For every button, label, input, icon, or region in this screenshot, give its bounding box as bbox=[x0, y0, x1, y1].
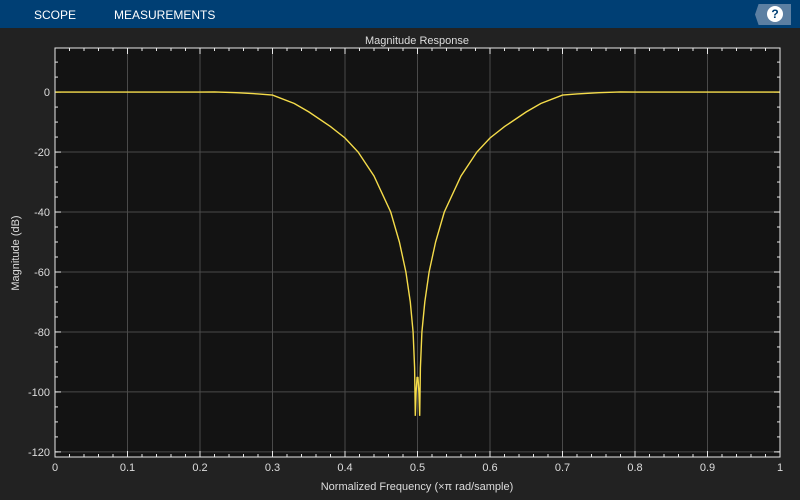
help-button[interactable]: ? bbox=[755, 4, 791, 25]
x-tick-label: 0.9 bbox=[700, 462, 715, 474]
y-tick-label: -40 bbox=[34, 207, 50, 219]
tab-measurements[interactable]: MEASUREMENTS bbox=[114, 8, 215, 22]
y-tick-label: -120 bbox=[28, 447, 50, 459]
y-tick-label: 0 bbox=[44, 87, 50, 99]
x-tick-label: 0.6 bbox=[482, 462, 497, 474]
x-tick-label: 1 bbox=[777, 462, 783, 474]
y-tick-label: -60 bbox=[34, 267, 50, 279]
y-tick-label: -20 bbox=[34, 147, 50, 159]
x-tick-label: 0.8 bbox=[627, 462, 642, 474]
chart-title: Magnitude Response bbox=[365, 35, 469, 47]
x-tick-label: 0.1 bbox=[120, 462, 135, 474]
x-tick-label: 0.3 bbox=[265, 462, 280, 474]
x-tick-label: 0.7 bbox=[555, 462, 570, 474]
magnitude-response-chart: 0 0.1 0.2 0.3 0.4 0.5 0.6 0.7 0.8 0.9 1 0 -20 -40 -60 -… bbox=[10, 35, 783, 493]
y-axis-label: Magnitude (dB) bbox=[10, 215, 22, 290]
tab-scope[interactable]: SCOPE bbox=[34, 8, 76, 22]
y-tick-label: -80 bbox=[34, 327, 50, 339]
question-mark-icon: ? bbox=[767, 6, 783, 22]
x-axis-label: Normalized Frequency (×π rad/sample) bbox=[321, 481, 514, 493]
x-tick-label: 0.5 bbox=[410, 462, 425, 474]
toolbar: SCOPE MEASUREMENTS ? bbox=[0, 0, 800, 28]
x-tick-label: 0.4 bbox=[337, 462, 352, 474]
y-tick-label: -100 bbox=[28, 387, 50, 399]
x-tick-label: 0 bbox=[52, 462, 58, 474]
x-tick-label: 0.2 bbox=[192, 462, 207, 474]
